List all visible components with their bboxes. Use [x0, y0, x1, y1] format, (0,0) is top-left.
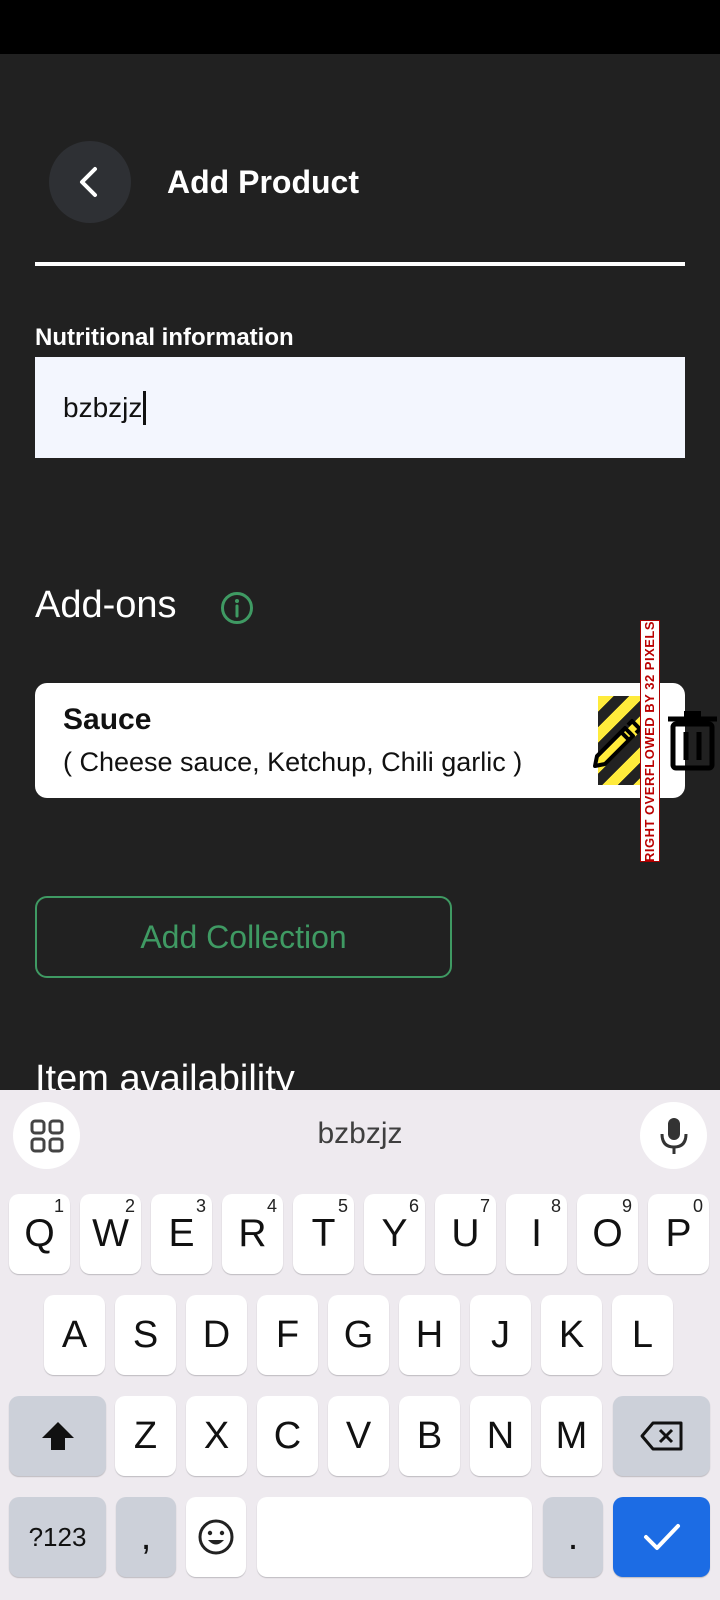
key-label: E [168, 1212, 195, 1255]
overflow-warning-text: RIGHT OVERFLOWED BY 32 PIXELS [642, 620, 658, 862]
key-number-hint: 8 [550, 1196, 561, 1216]
key-f[interactable]: F [257, 1295, 318, 1375]
key-y[interactable]: Y6 [364, 1194, 425, 1274]
emoji-icon [198, 1519, 234, 1555]
key-v[interactable]: V [328, 1396, 389, 1476]
key-number-hint: 9 [621, 1196, 632, 1216]
key-m[interactable]: M [541, 1396, 602, 1476]
key-o[interactable]: O9 [577, 1194, 638, 1274]
key-r[interactable]: R4 [222, 1194, 283, 1274]
enter-key[interactable] [613, 1497, 710, 1577]
key-label: U [451, 1212, 480, 1255]
key-label: Y [381, 1212, 408, 1255]
period-key[interactable]: . [543, 1497, 603, 1577]
add-collection-button[interactable]: Add Collection [35, 896, 452, 978]
microphone-button[interactable] [640, 1102, 707, 1169]
key-label: R [238, 1212, 267, 1255]
key-number-hint: 4 [266, 1196, 277, 1216]
key-a[interactable]: A [44, 1295, 105, 1375]
shift-icon [41, 1422, 74, 1450]
key-number-hint: 1 [53, 1196, 64, 1216]
page-title: Add Product [167, 164, 359, 200]
emoji-key[interactable] [186, 1497, 246, 1577]
addons-title: Add-ons [35, 584, 177, 626]
key-g[interactable]: G [328, 1295, 389, 1375]
symbols-key[interactable]: ?123 [9, 1497, 106, 1577]
backspace-key[interactable] [613, 1396, 710, 1476]
microphone-icon [660, 1117, 687, 1154]
key-label: I [531, 1212, 542, 1255]
key-l[interactable]: L [612, 1295, 673, 1375]
key-number-hint: 7 [479, 1196, 490, 1216]
key-u[interactable]: U7 [435, 1194, 496, 1274]
key-d[interactable]: D [186, 1295, 247, 1375]
key-n[interactable]: N [470, 1396, 531, 1476]
key-k[interactable]: K [541, 1295, 602, 1375]
text-caret [143, 390, 147, 425]
key-e[interactable]: E3 [151, 1194, 212, 1274]
key-s[interactable]: S [115, 1295, 176, 1375]
shift-key[interactable] [9, 1396, 106, 1476]
title-divider [35, 262, 685, 266]
overflow-warning: RIGHT OVERFLOWED BY 32 PIXELS [640, 620, 660, 862]
back-button[interactable] [49, 141, 131, 223]
key-label: P [665, 1212, 692, 1255]
key-number-hint: 2 [124, 1196, 135, 1216]
key-h[interactable]: H [399, 1295, 460, 1375]
key-label: T [311, 1212, 336, 1255]
trash-icon[interactable] [665, 708, 720, 772]
key-i[interactable]: I8 [506, 1194, 567, 1274]
nutrition-input[interactable]: bzbzjz [35, 357, 685, 458]
nutrition-label: Nutritional information [35, 324, 294, 351]
nutrition-value: bzbzjz [63, 391, 143, 423]
checkmark-icon [643, 1524, 680, 1550]
pencil-icon[interactable] [587, 712, 645, 770]
key-label: O [592, 1212, 623, 1255]
info-icon[interactable] [220, 591, 254, 625]
backspace-icon [640, 1421, 682, 1451]
key-z[interactable]: Z [115, 1396, 176, 1476]
key-number-hint: 5 [337, 1196, 348, 1216]
key-t[interactable]: T5 [293, 1194, 354, 1274]
key-b[interactable]: B [399, 1396, 460, 1476]
key-label: Q [24, 1212, 55, 1255]
space-key[interactable] [257, 1497, 532, 1577]
key-j[interactable]: J [470, 1295, 531, 1375]
key-x[interactable]: X [186, 1396, 247, 1476]
status-bar [0, 0, 720, 54]
key-q[interactable]: Q1 [9, 1194, 70, 1274]
key-number-hint: 3 [195, 1196, 206, 1216]
key-label: W [92, 1212, 129, 1255]
key-number-hint: 6 [408, 1196, 419, 1216]
key-w[interactable]: W2 [80, 1194, 141, 1274]
addon-options: ( Cheese sauce, Ketchup, Chili garlic ) [63, 747, 523, 777]
keyboard: bzbzjz Q1W2E3R4T5Y6U7I8O9P0 ASDFGHJKL ZX… [0, 1090, 720, 1600]
addon-name: Sauce [63, 703, 152, 736]
key-number-hint: 0 [692, 1196, 703, 1216]
key-p[interactable]: P0 [648, 1194, 709, 1274]
key-c[interactable]: C [257, 1396, 318, 1476]
chevron-left-icon [80, 167, 97, 197]
comma-key[interactable]: , [116, 1497, 176, 1577]
keyboard-suggestion[interactable]: bzbzjz [0, 1117, 720, 1151]
